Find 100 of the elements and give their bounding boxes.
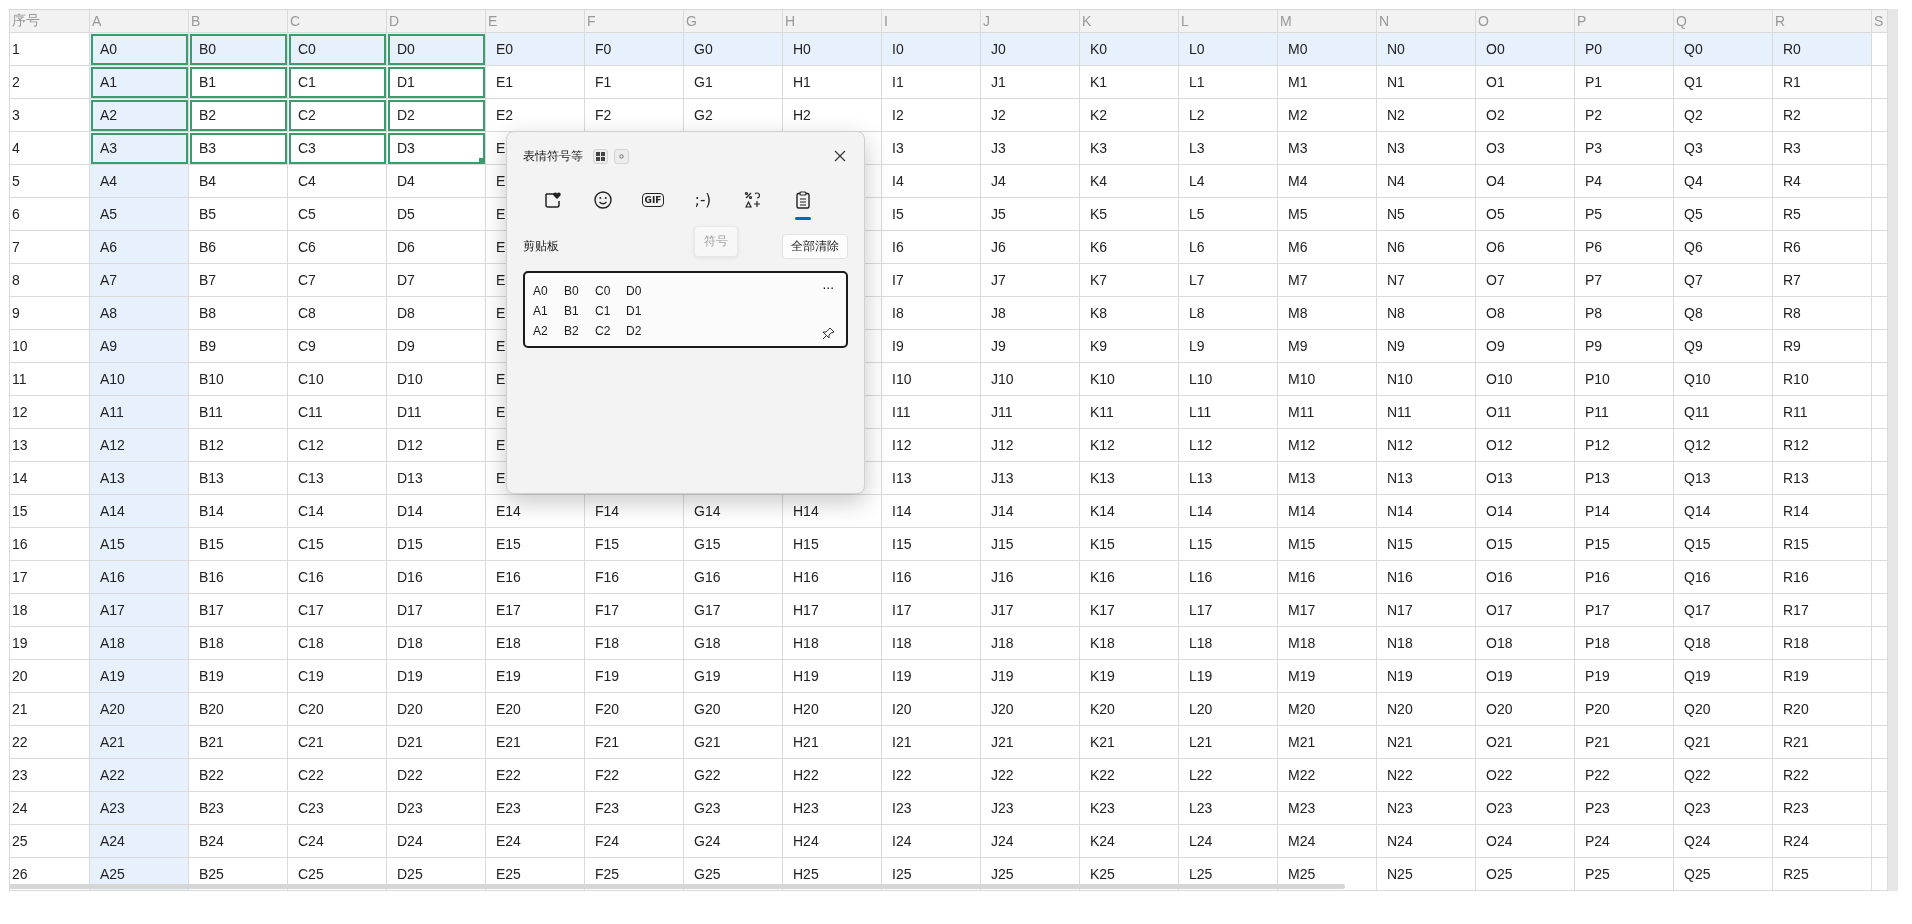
table-cell: K13: [1080, 462, 1179, 495]
dot-button[interactable]: [614, 148, 629, 164]
table-cell: B24: [189, 825, 288, 858]
row-number[interactable]: 14: [10, 462, 90, 495]
table-cell: [1872, 561, 1888, 594]
table-cell: L6: [1179, 231, 1278, 264]
table-cell: C4: [288, 165, 387, 198]
table-cell: B10: [189, 363, 288, 396]
table-cell: O20: [1476, 693, 1575, 726]
row-number[interactable]: 18: [10, 594, 90, 627]
table-cell: R13: [1773, 462, 1872, 495]
table-cell: Q3: [1674, 132, 1773, 165]
table-cell: H19: [783, 660, 882, 693]
table-cell: C14: [288, 495, 387, 528]
pin-icon[interactable]: [821, 327, 835, 340]
table-cell: P11: [1575, 396, 1674, 429]
table-cell: D19: [387, 660, 486, 693]
table-cell: D20: [387, 693, 486, 726]
row-number[interactable]: 2: [10, 66, 90, 99]
row-number[interactable]: 12: [10, 396, 90, 429]
table-cell: I22: [882, 759, 981, 792]
table-cell: Q19: [1674, 660, 1773, 693]
row-number[interactable]: 24: [10, 792, 90, 825]
row-number[interactable]: 11: [10, 363, 90, 396]
layout-button[interactable]: [593, 148, 608, 164]
table-cell: K1: [1080, 66, 1179, 99]
table-cell: P9: [1575, 330, 1674, 363]
table-cell: C1: [288, 66, 387, 99]
row-number[interactable]: 21: [10, 693, 90, 726]
table-cell: C18: [288, 627, 387, 660]
row-number[interactable]: 16: [10, 528, 90, 561]
table-cell: I20: [882, 693, 981, 726]
row-number[interactable]: 8: [10, 264, 90, 297]
table-cell: M14: [1278, 495, 1377, 528]
row-number[interactable]: 1: [10, 33, 90, 66]
table-cell: [1872, 528, 1888, 561]
table-cell: H18: [783, 627, 882, 660]
row-number[interactable]: 5: [10, 165, 90, 198]
table-cell: B9: [189, 330, 288, 363]
row-number[interactable]: 19: [10, 627, 90, 660]
clear-all-button[interactable]: 全部清除: [782, 234, 848, 259]
table-cell: J15: [981, 528, 1080, 561]
table-cell: H14: [783, 495, 882, 528]
table-cell: R25: [1773, 858, 1872, 891]
table-cell: L7: [1179, 264, 1278, 297]
row-number[interactable]: 9: [10, 297, 90, 330]
clipboard-item[interactable]: A0 B0 C0 D0 A1 B1 C1 D1 A2 B2 C2 D2 ···: [523, 271, 848, 348]
panel-tab[interactable]: ;-): [681, 180, 725, 220]
table-cell: N4: [1377, 165, 1476, 198]
row-number[interactable]: 22: [10, 726, 90, 759]
table-cell: N8: [1377, 297, 1476, 330]
table-cell: A21: [90, 726, 189, 759]
close-icon[interactable]: [832, 148, 848, 164]
table-cell: [1872, 363, 1888, 396]
panel-title: 表情符号等: [523, 147, 583, 165]
table-cell: C21: [288, 726, 387, 759]
table-cell: L10: [1179, 363, 1278, 396]
table-cell: Q17: [1674, 594, 1773, 627]
row-number[interactable]: 3: [10, 99, 90, 132]
table-cell: B3: [189, 132, 288, 165]
table-cell: J10: [981, 363, 1080, 396]
table-cell: N15: [1377, 528, 1476, 561]
vertical-scrollbar[interactable]: [1888, 9, 1898, 891]
row-number[interactable]: 20: [10, 660, 90, 693]
table-cell: Q15: [1674, 528, 1773, 561]
table-cell: L15: [1179, 528, 1278, 561]
more-button[interactable]: ···: [818, 282, 838, 296]
table-cell: O11: [1476, 396, 1575, 429]
table-cell: R7: [1773, 264, 1872, 297]
table-cell: L24: [1179, 825, 1278, 858]
table-cell: N21: [1377, 726, 1476, 759]
table-cell: E22: [486, 759, 585, 792]
table-cell: J19: [981, 660, 1080, 693]
row-number[interactable]: 23: [10, 759, 90, 792]
table-cell: B21: [189, 726, 288, 759]
table-cell: P21: [1575, 726, 1674, 759]
table-cell: D17: [387, 594, 486, 627]
table-cell: D5: [387, 198, 486, 231]
horizontal-scrollbar[interactable]: [9, 884, 1345, 889]
row-number[interactable]: 10: [10, 330, 90, 363]
row-number[interactable]: 25: [10, 825, 90, 858]
table-cell: K19: [1080, 660, 1179, 693]
fill-handle[interactable]: [479, 158, 485, 164]
table-cell: I14: [882, 495, 981, 528]
table-cell: E19: [486, 660, 585, 693]
row-number[interactable]: 7: [10, 231, 90, 264]
table-cell: D4: [387, 165, 486, 198]
table-cell: L19: [1179, 660, 1278, 693]
table-cell: [1872, 264, 1888, 297]
table-cell: D24: [387, 825, 486, 858]
table-cell: A23: [90, 792, 189, 825]
row-number[interactable]: 13: [10, 429, 90, 462]
row-number[interactable]: 15: [10, 495, 90, 528]
table-cell: B17: [189, 594, 288, 627]
row-number[interactable]: 4: [10, 132, 90, 165]
table-cell: A1: [90, 66, 189, 99]
panel-tab[interactable]: GIF: [631, 180, 675, 220]
table-cell: M2: [1278, 99, 1377, 132]
row-number[interactable]: 6: [10, 198, 90, 231]
row-number[interactable]: 17: [10, 561, 90, 594]
